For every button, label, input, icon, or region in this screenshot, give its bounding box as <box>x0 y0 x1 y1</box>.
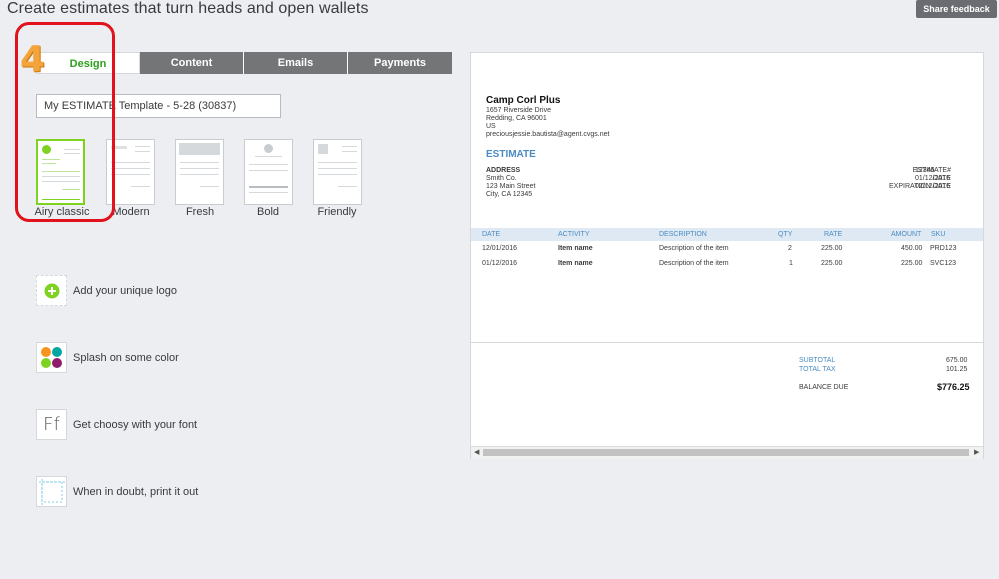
bill-address: ADDRESS Smith Co. 123 Main Street City, … <box>486 167 536 198</box>
divider <box>471 342 983 343</box>
tax-label: TOTAL TAX <box>799 366 836 373</box>
horizontal-scrollbar[interactable]: ◀ ▶ <box>471 446 983 459</box>
feature-print[interactable]: When in doubt, print it out <box>36 476 198 507</box>
feature-font[interactable]: Ff Get choosy with your font <box>36 409 197 440</box>
scroll-left-icon[interactable]: ◀ <box>474 448 479 456</box>
feature-add-logo[interactable]: Add your unique logo <box>36 275 177 306</box>
estimate-meta-values: 12345 01/12/2016 02/12/2016 <box>915 167 951 190</box>
tab-content[interactable]: Content <box>140 52 244 74</box>
share-feedback-button[interactable]: Share feedback <box>916 0 997 18</box>
scroll-thumb[interactable] <box>483 449 969 456</box>
color-palette-icon[interactable] <box>36 342 67 373</box>
balance-due-label: BALANCE DUE <box>799 384 849 391</box>
subtotal-label: SUBTOTAL <box>799 357 836 364</box>
feature-label: Add your unique logo <box>73 284 177 297</box>
print-margins-icon[interactable] <box>36 476 67 507</box>
tab-emails[interactable]: Emails <box>244 52 348 74</box>
page-title: Create estimates that turn heads and ope… <box>7 0 369 17</box>
template-label-fresh: Fresh <box>185 206 215 218</box>
feature-label: Get choosy with your font <box>73 418 198 431</box>
table-header: DATE ACTIVITY DESCRIPTION QTY RATE AMOUN… <box>471 228 983 241</box>
tab-payments[interactable]: Payments <box>348 52 452 74</box>
company-name: Camp Corl Plus <box>486 95 561 106</box>
template-friendly[interactable] <box>313 139 362 205</box>
template-label-bold: Bold <box>256 206 280 218</box>
scroll-right-icon[interactable]: ▶ <box>974 448 979 456</box>
subtotal-value: 675.00 <box>946 357 968 364</box>
add-logo-icon[interactable] <box>36 275 67 306</box>
tax-value: 101.25 <box>946 366 968 373</box>
feature-color[interactable]: Splash on some color <box>36 342 179 373</box>
feature-label: When in doubt, print it out <box>73 485 199 498</box>
annotation-number: 4 <box>20 39 46 80</box>
balance-due-value: $776.25 <box>937 382 970 392</box>
template-fresh[interactable] <box>175 139 224 205</box>
template-label-friendly: Friendly <box>317 206 357 218</box>
template-bold[interactable] <box>244 139 293 205</box>
company-address: 1657 Riverside Drive Redding, CA 96001 U… <box>486 107 610 138</box>
feature-label: Splash on some color <box>73 351 179 364</box>
estimate-preview: Camp Corl Plus 1657 Riverside Drive Redd… <box>470 52 984 459</box>
estimate-title: ESTIMATE <box>486 149 536 160</box>
font-icon[interactable]: Ff <box>36 409 67 440</box>
